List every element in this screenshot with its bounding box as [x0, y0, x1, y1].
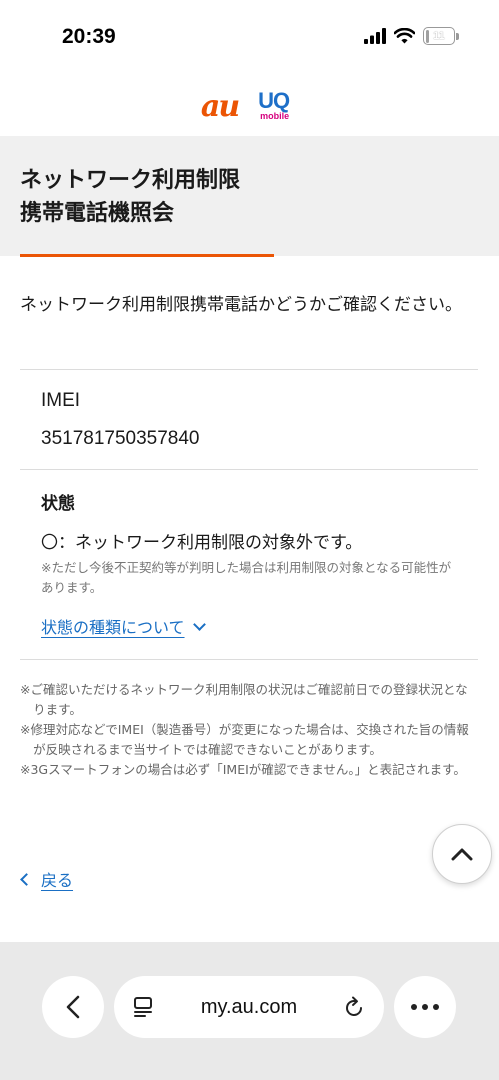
uq-mobile-logo[interactable]: UQ mobile: [258, 88, 298, 124]
status-bar: 20:39 11: [0, 0, 499, 72]
reload-icon[interactable]: [342, 995, 366, 1019]
brand-logos[interactable]: au UQ mobile: [0, 86, 499, 126]
browser-toolbar: my.au.com: [0, 942, 499, 1080]
uq-logo-subtext: mobile: [260, 111, 290, 121]
battery-fill: [425, 29, 429, 43]
imei-label: IMEI: [41, 390, 81, 411]
divider: [20, 369, 478, 370]
page-title-line-2: 携帯電話機照会: [20, 201, 175, 226]
chevron-left-icon: [66, 995, 80, 1019]
more-icon: [411, 1004, 439, 1010]
intro-text: ネットワーク利用制限携帯電話かどうかご確認ください。: [20, 295, 462, 315]
title-accent-bar: [20, 254, 274, 257]
note-item: ※3Gスマートフォンの場合は必ず「IMEIが確認できません。」と表記されます。: [20, 762, 466, 777]
title-band: ネットワーク利用制限 携帯電話機照会: [0, 136, 499, 256]
status-icons: 11: [364, 27, 459, 45]
au-logo[interactable]: au: [201, 89, 240, 124]
status-types-link[interactable]: 状態の種類について: [41, 614, 206, 638]
back-link[interactable]: 戻る: [20, 867, 74, 891]
status-note: ※ただし今後不正契約等が判明した場合は利用制限の対象となる可能性があります。: [41, 560, 452, 595]
divider: [20, 469, 478, 470]
back-link-label: 戻る: [41, 871, 74, 890]
note-item: ※修理対応などでIMEI（製造番号）が変更になった場合は、交換された旨の情報が反…: [20, 722, 469, 757]
status-label: 状態: [41, 494, 75, 514]
page-title: ネットワーク利用制限 携帯電話機照会: [20, 164, 240, 230]
battery-icon: 11: [423, 27, 455, 45]
status-time: 20:39: [62, 25, 116, 48]
notes-list: ※ご確認いただけるネットワーク利用制限の状況はご確認前日での登録状況となります。…: [20, 680, 480, 780]
divider: [20, 659, 478, 660]
chevron-up-icon: [451, 848, 473, 861]
chevron-down-icon: [192, 618, 206, 631]
address-bar[interactable]: my.au.com: [114, 976, 384, 1038]
battery-level: 11: [433, 30, 445, 42]
signal-bars-icon: [364, 28, 386, 44]
battery-tip: [456, 32, 459, 40]
page-title-line-1: ネットワーク利用制限: [20, 168, 241, 193]
status-result: 〇：ネットワーク利用制限の対象外です。: [41, 533, 363, 553]
more-button[interactable]: [394, 976, 456, 1038]
wifi-icon: [394, 28, 415, 44]
scroll-to-top-button[interactable]: [432, 824, 492, 884]
browser-back-button[interactable]: [42, 976, 104, 1038]
note-item: ※ご確認いただけるネットワーク利用制限の状況はご確認前日での登録状況となります。: [20, 682, 468, 717]
chevron-left-icon: [20, 872, 33, 886]
imei-value: 351781750357840: [41, 428, 200, 449]
status-types-link-label: 状態の種類について: [41, 618, 185, 637]
